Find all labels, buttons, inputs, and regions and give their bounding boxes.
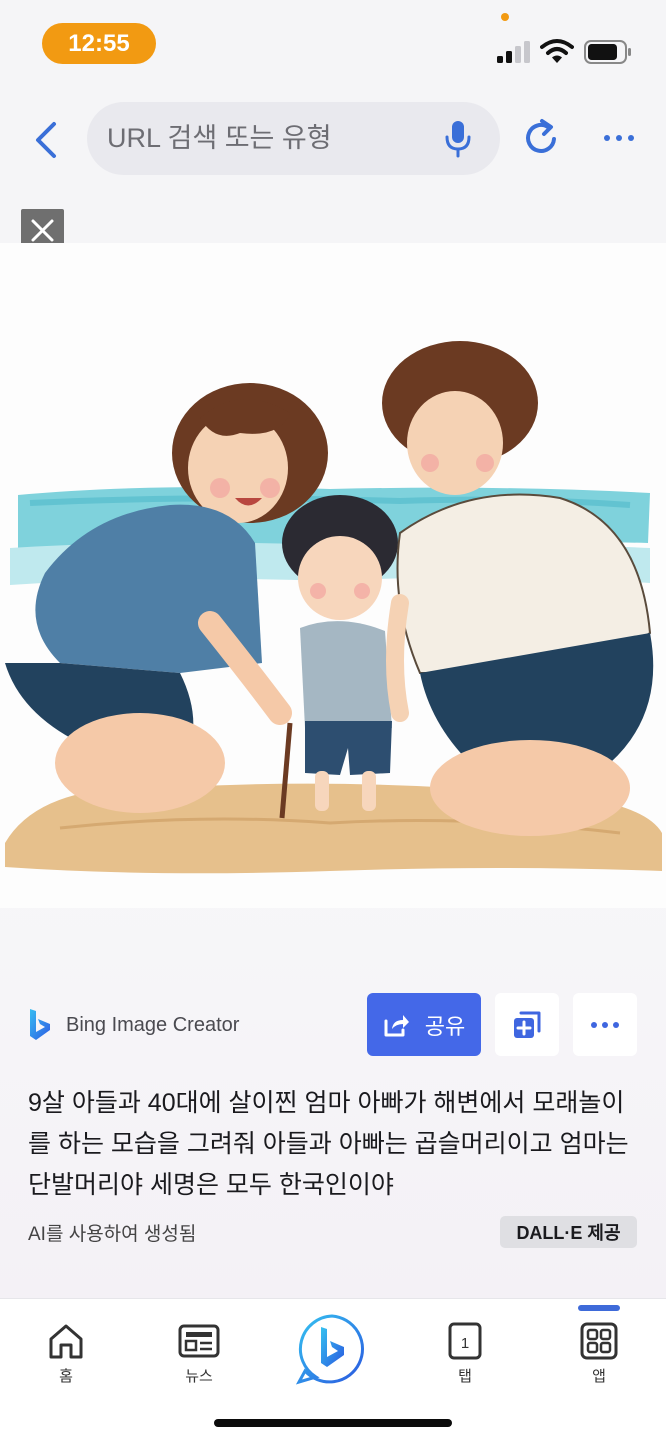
tab-tabs-label: 탭 [458,1368,472,1385]
status-bar: 12:55 [0,0,666,92]
image-source-row: Bing Image Creator [28,1001,239,1049]
share-button[interactable]: 공유 [367,993,481,1056]
tab-home[interactable]: 홈 [31,1321,101,1386]
news-icon [178,1324,220,1358]
share-button-label: 공유 [424,1013,466,1039]
cellular-signal-icon [497,41,530,63]
tab-tabs[interactable]: 1 탭 [430,1321,500,1386]
more-options-icon [591,1021,619,1028]
image-source-label: Bing Image Creator [66,1013,240,1036]
bottom-tab-bar: 홈 뉴스 1 탭 앱 [0,1298,666,1441]
active-tab-indicator [578,1305,620,1311]
more-options-icon[interactable] [598,122,638,152]
tab-news-label: 뉴스 [185,1368,213,1385]
beach-family-illustration [5,341,662,874]
home-icon [49,1324,83,1359]
bing-chat-icon[interactable] [296,1313,368,1385]
url-search-box[interactable]: URL 검색 또는 유형 [87,102,500,175]
browser-address-bar: URL 검색 또는 유형 [0,92,666,188]
tab-home-label: 홈 [59,1368,73,1385]
more-actions-button[interactable] [573,993,637,1056]
url-search-placeholder: URL 검색 또는 유형 [107,123,332,153]
ai-generated-note: AI를 사용하여 생성됨 [28,1224,197,1245]
add-to-collection-button[interactable] [495,993,559,1056]
apps-icon [580,1322,618,1360]
tabs-icon: 1 [448,1322,482,1360]
tab-news[interactable]: 뉴스 [164,1321,234,1386]
tab-apps-label: 앱 [592,1368,606,1385]
microphone-icon[interactable] [443,120,473,158]
svg-text:1: 1 [461,1335,469,1352]
share-icon [384,1014,409,1036]
privacy-indicator-dot [501,13,509,21]
prompt-text: 9살 아들과 40대에 살이찐 엄마 아빠가 해변에서 모래놀이를 하는 모습을… [28,1089,629,1199]
image-detail-panel: Bing Image Creator 공유 9살 아들과 40대에 살이찐 엄마… [0,188,666,1298]
tab-apps[interactable]: 앱 [564,1321,634,1386]
battery-icon [584,40,631,64]
status-time: 12:55 [42,23,156,64]
add-collection-icon [514,1011,541,1038]
home-indicator[interactable] [214,1419,452,1427]
dalle-badge: DALL·E 제공 [500,1216,637,1248]
bing-logo-icon [30,1009,50,1040]
back-arrow-icon[interactable] [26,118,66,162]
wifi-icon [540,39,574,63]
generated-image[interactable] [0,243,666,908]
refresh-icon[interactable] [521,117,561,161]
